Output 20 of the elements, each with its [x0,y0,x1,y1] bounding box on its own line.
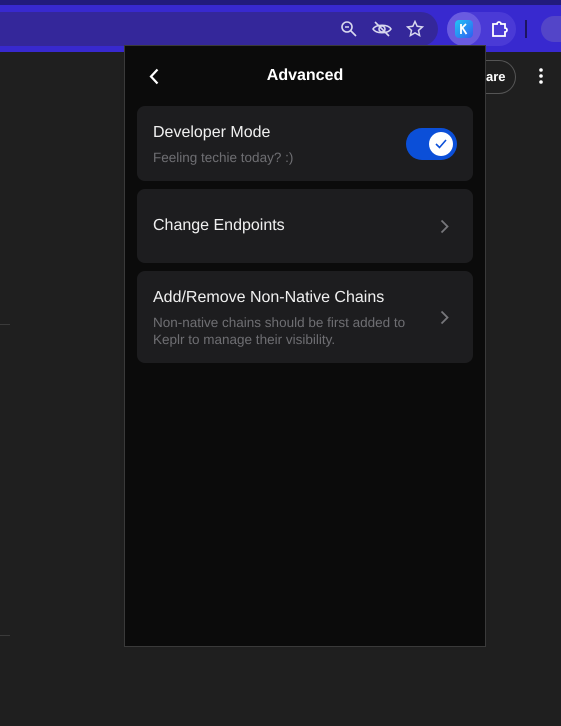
setting-title: Change Endpoints [153,216,286,236]
setting-title: Add/Remove Non-Native Chains [153,288,386,308]
star-icon[interactable] [406,20,424,38]
setting-description: Non-native chains should be first added to Keplr to manage their visibility. [153,314,406,348]
extension-icon[interactable] [455,20,474,38]
settings-card[interactable]: Add/Remove Non-Native Chains Non-native chains should be first added to Keplr to manage their visibility. [137,271,473,363]
back-icon[interactable] [149,68,159,85]
setting-description: Feeling techie today? :) [153,149,294,166]
chevron-right-icon [440,310,449,324]
settings-card[interactable]: Change Endpoints [137,189,473,263]
setting-title: Developer Mode [153,123,272,143]
puzzle-icon[interactable] [491,20,510,38]
chevron-right-icon [440,218,449,234]
toggle-switch[interactable] [406,128,457,160]
check-icon [435,138,447,148]
settings-card[interactable]: Developer Mode Feeling techie today? :) [137,106,473,181]
popup-title: Advanced [266,66,344,86]
eye-slash-icon[interactable] [372,20,392,38]
more-icon[interactable] [539,68,543,84]
zoom-out-icon[interactable] [340,20,358,38]
